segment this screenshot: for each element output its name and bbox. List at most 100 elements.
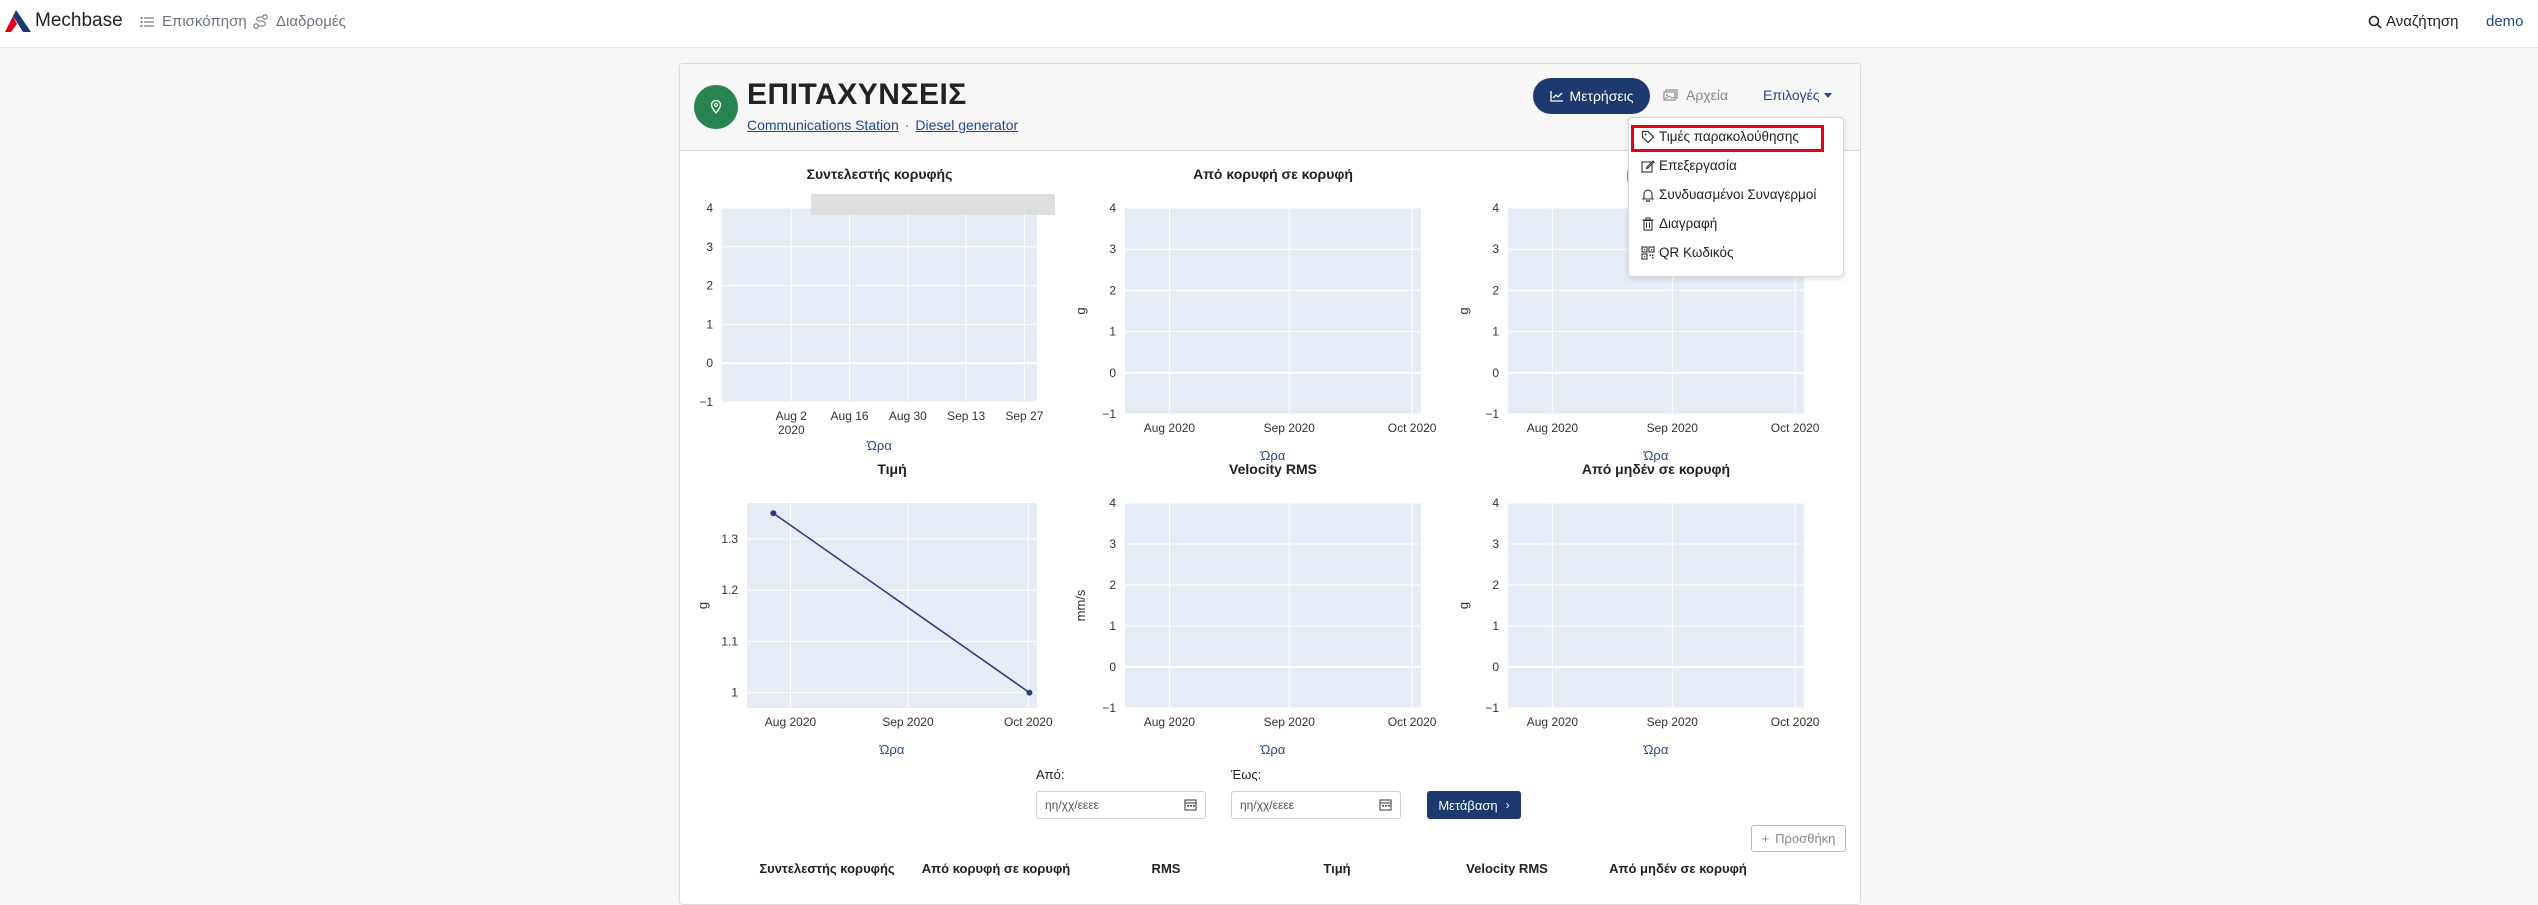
breadcrumb-station-link[interactable]: Communications Station — [747, 117, 899, 133]
y-tick-label: 0 — [1109, 366, 1116, 380]
y-tick-label: 3 — [1492, 242, 1499, 256]
y-tick-label: −1 — [1485, 701, 1499, 715]
data-point — [1026, 689, 1033, 696]
options-dropdown-toggle[interactable]: Επιλογές — [1763, 87, 1832, 103]
to-date-input[interactable]: ηη/χχ/εεεε — [1231, 791, 1401, 819]
table-header-crest-factor[interactable]: Συντελεστής κορυφής — [759, 861, 894, 876]
y-tick-label: 3 — [706, 240, 713, 254]
y-tick-label: 2 — [1109, 578, 1116, 592]
route-icon — [253, 14, 268, 29]
y-tick-label: 0 — [1109, 660, 1116, 674]
highlight-box — [1631, 125, 1824, 152]
menu-item-delete[interactable]: Διαγραφή — [1641, 216, 1717, 231]
chart-title: Από κορυφή σε κορυφή — [1193, 166, 1353, 182]
caret-down-icon — [1823, 92, 1832, 98]
go-button-label: Μετάβαση — [1438, 797, 1498, 813]
chart-4[interactable]: Velocity RMS −1 0 1 2 3 4 Aug 2020 Sep 2020 Oct 2… — [1065, 461, 1441, 768]
brand-name: Mechbase — [35, 10, 123, 31]
page-title: ΕΠΙΤΑΧΥΝΣΕΙΣ — [747, 78, 967, 111]
breadcrumb-separator: · — [904, 117, 910, 133]
data-point — [770, 510, 777, 517]
x-axis-label: Ώρα — [1643, 742, 1669, 757]
nav-overview[interactable]: Επισκόπηση — [140, 13, 247, 30]
chart-3[interactable]: Τιμή 1 1.1 1.2 1.3 Aug 2020 Sep 2020 Oct 2020 Ώρ… — [687, 461, 1057, 768]
chart-5[interactable]: Από μηδέν σε κορυφή −1 0 1 2 3 4 Aug 2020 Sep 20… — [1448, 461, 1824, 768]
y-tick-label: 3 — [1109, 242, 1116, 256]
y-tick-label: 3 — [1492, 537, 1499, 551]
menu-item-combined-alarms[interactable]: Συνδυασμένοι Συναγερμοί — [1641, 187, 1816, 202]
y-axis-label: g — [1456, 307, 1471, 314]
menu-item-label: Διαγραφή — [1659, 216, 1718, 231]
mechbase-logo-icon — [5, 10, 31, 32]
measurements-button[interactable]: Μετρήσεις — [1533, 78, 1650, 114]
x-tick-label: Aug 2020 — [1144, 421, 1196, 435]
menu-item-label: QR Κωδικός — [1659, 245, 1734, 260]
y-tick-label: 1 — [1109, 325, 1116, 339]
y-tick-label: 1 — [731, 686, 738, 700]
chevron-right-icon: › — [1505, 798, 1510, 812]
table-header-zero-to-peak[interactable]: Από μηδέν σε κορυφή — [1609, 861, 1747, 876]
qr-code-icon — [1641, 245, 1655, 260]
breadcrumb-equipment-link[interactable]: Diesel generator — [915, 117, 1018, 133]
x-tick-label: 2020 — [778, 423, 805, 437]
table-header-rms[interactable]: RMS — [1152, 861, 1181, 876]
brand-link[interactable]: Mechbase — [3, 10, 123, 32]
plot-area — [722, 208, 1037, 402]
x-axis-label: Ώρα — [866, 438, 892, 453]
y-axis-label: g — [1456, 602, 1471, 609]
nav-routes[interactable]: Διαδρομές — [253, 13, 346, 30]
bell-icon — [1641, 188, 1655, 202]
to-label: Έως: — [1231, 767, 1262, 782]
table-header-peak-to-peak[interactable]: Από κορυφή σε κορυφή — [922, 861, 1070, 876]
map-pin-icon — [710, 100, 722, 114]
menu-item-qr-code[interactable]: QR Κωδικός — [1641, 245, 1734, 260]
chart-1[interactable]: Από κορυφή σε κορυφή −1 0 1 2 3 4 Aug 2020 Sep 2… — [1065, 166, 1441, 474]
x-tick-label: Aug 2020 — [1527, 421, 1579, 435]
user-menu[interactable]: demo — [2486, 13, 2524, 30]
x-tick-label: Sep 27 — [1005, 409, 1043, 423]
x-tick-label: Oct 2020 — [1388, 715, 1437, 729]
x-tick-label: Sep 2020 — [1647, 421, 1699, 435]
calendar-icon — [1379, 799, 1392, 811]
y-tick-label: 1.2 — [721, 583, 738, 597]
search-label: Αναζήτηση — [2386, 13, 2459, 30]
y-axis-label: g — [1073, 307, 1088, 314]
from-date-input[interactable]: ηη/χχ/εεεε — [1036, 791, 1206, 819]
y-tick-label: 1 — [706, 317, 713, 331]
y-tick-label: 2 — [1492, 283, 1499, 297]
x-tick-label: Aug 16 — [831, 409, 869, 423]
menu-item-edit[interactable]: Επεξεργασία — [1641, 158, 1737, 173]
chart-svg: Τιμή 1 1.1 1.2 1.3 Aug 2020 Sep 2020 Oct 2020 Ώρ… — [695, 461, 1053, 757]
files-button[interactable]: Αρχεία — [1663, 87, 1728, 103]
x-tick-label: Aug 2020 — [1144, 715, 1196, 729]
from-date-placeholder: ηη/χχ/εεεε — [1045, 798, 1100, 812]
table-header-velocity-rms[interactable]: Velocity RMS — [1466, 861, 1548, 876]
edit-icon — [1641, 159, 1655, 173]
y-tick-label: 2 — [1492, 578, 1499, 592]
line-chart-icon — [1549, 91, 1563, 102]
go-button[interactable]: Μετάβαση › — [1427, 791, 1521, 819]
y-tick-label: −1 — [1102, 701, 1116, 715]
x-tick-label: Aug 2020 — [765, 715, 817, 729]
chart-svg: Από κορυφή σε κορυφή −1 0 1 2 3 4 Aug 2020 Sep 2… — [1073, 166, 1437, 463]
chart-title: Από μηδέν σε κορυφή — [1582, 461, 1730, 477]
nav-overview-label: Επισκόπηση — [162, 13, 247, 30]
calendar-icon — [1184, 799, 1197, 811]
location-badge — [694, 85, 738, 129]
from-label: Από: — [1036, 767, 1065, 782]
x-tick-label: Sep 2020 — [1264, 421, 1316, 435]
search-icon — [2368, 15, 2382, 29]
x-tick-label: Aug 2 — [776, 409, 808, 423]
breadcrumb: Communications Station · Diesel generator — [747, 117, 1018, 133]
search-link[interactable]: Αναζήτηση — [2368, 13, 2458, 30]
chart-svg: Από μηδέν σε κορυφή −1 0 1 2 3 4 Aug 2020 Sep 20… — [1456, 461, 1820, 757]
y-axis-label: g — [695, 602, 710, 609]
add-button-label: Προσθήκη — [1775, 831, 1836, 846]
y-tick-label: 4 — [1492, 496, 1499, 510]
chart-title: Συντελεστής κορυφής — [807, 166, 953, 182]
add-button[interactable]: + Προσθήκη — [1751, 825, 1846, 852]
table-header-value[interactable]: Τιμή — [1323, 861, 1350, 876]
list-icon — [140, 16, 154, 27]
x-tick-label: Sep 13 — [947, 409, 985, 423]
plot-modebar[interactable] — [811, 194, 1055, 215]
